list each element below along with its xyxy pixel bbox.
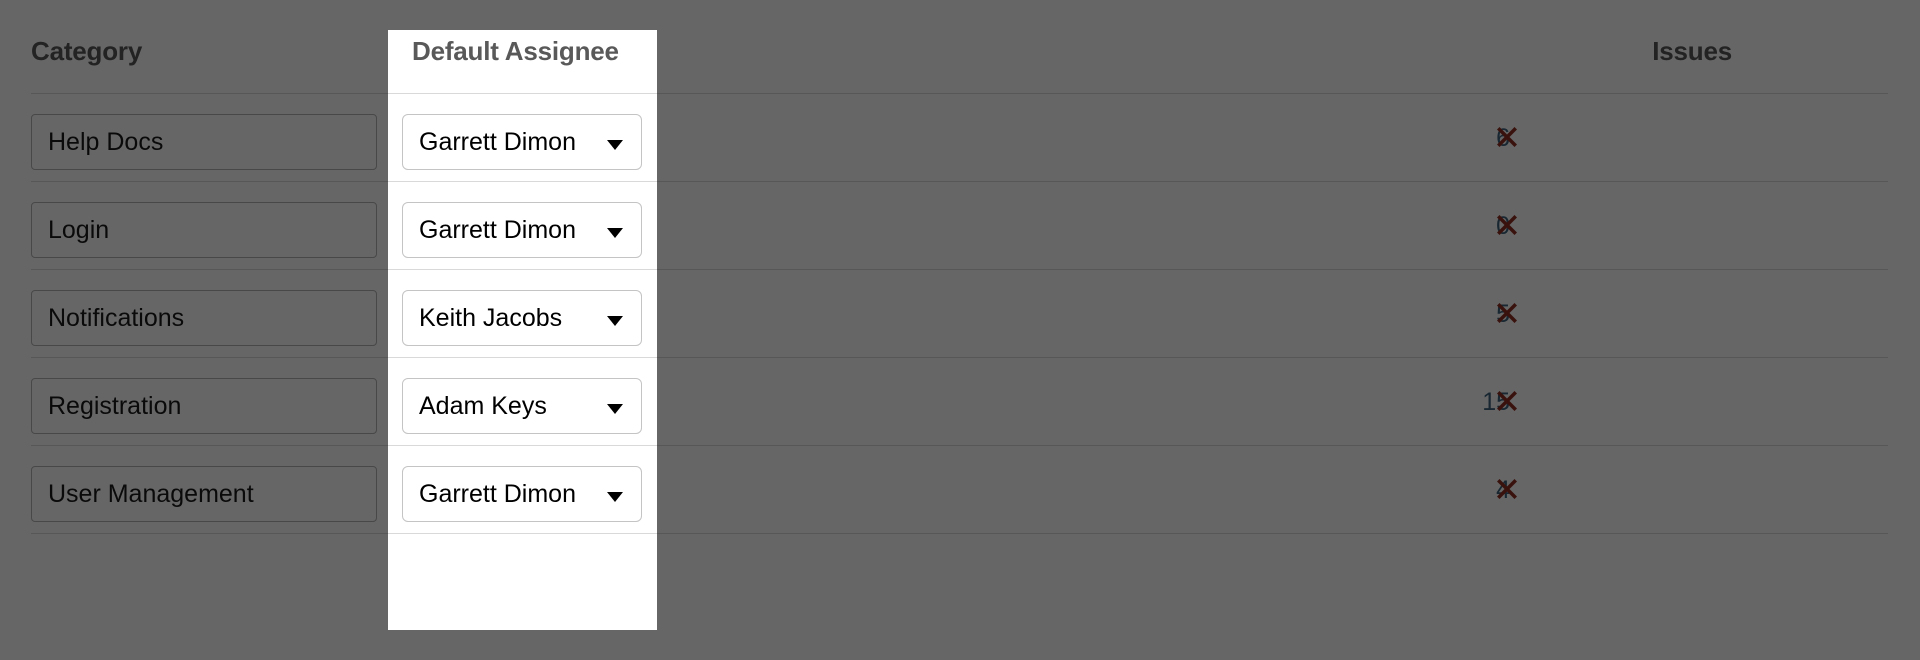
- category-input[interactable]: [31, 202, 377, 258]
- delete-category-button[interactable]: [1490, 296, 1524, 330]
- default-assignee-select[interactable]: Garrett Dimon: [402, 114, 642, 170]
- x-icon: [1497, 215, 1517, 235]
- x-icon: [1497, 127, 1517, 147]
- column-header-default-assignee: Default Assignee: [412, 36, 619, 66]
- chevron-down-icon: [607, 492, 623, 502]
- table-row: Adam Keys 15: [0, 357, 1920, 446]
- table-header-row: Category Default Assignee Issues: [0, 0, 1920, 94]
- table-row: Keith Jacobs 5: [0, 269, 1920, 358]
- category-input[interactable]: [31, 378, 377, 434]
- default-assignee-value: Keith Jacobs: [419, 304, 563, 332]
- delete-category-button[interactable]: [1490, 208, 1524, 242]
- default-assignee-value: Adam Keys: [419, 392, 547, 420]
- categories-table: Category Default Assignee Issues Garrett…: [0, 0, 1920, 660]
- default-assignee-value: Garrett Dimon: [419, 216, 576, 244]
- chevron-down-icon: [607, 404, 623, 414]
- table-row: Garrett Dimon 4: [0, 445, 1920, 534]
- default-assignee-select[interactable]: Adam Keys: [402, 378, 642, 434]
- chevron-down-icon: [607, 228, 623, 238]
- category-input[interactable]: [31, 466, 377, 522]
- row-divider: [31, 181, 1888, 182]
- column-header-issues: Issues: [1652, 36, 1732, 66]
- default-assignee-value: Garrett Dimon: [419, 128, 576, 156]
- category-input[interactable]: [31, 114, 377, 170]
- default-assignee-select[interactable]: Garrett Dimon: [402, 202, 642, 258]
- row-divider: [31, 269, 1888, 270]
- table-row: Garrett Dimon 6: [0, 93, 1920, 182]
- x-icon: [1497, 303, 1517, 323]
- chevron-down-icon: [607, 140, 623, 150]
- category-input[interactable]: [31, 290, 377, 346]
- column-header-category: Category: [31, 36, 143, 66]
- delete-category-button[interactable]: [1490, 472, 1524, 506]
- x-icon: [1497, 479, 1517, 499]
- categories-page: Category Default Assignee Issues Garrett…: [0, 0, 1920, 660]
- row-divider: [31, 93, 1888, 94]
- delete-category-button[interactable]: [1490, 120, 1524, 154]
- table-row: Garrett Dimon 0: [0, 181, 1920, 270]
- row-divider: [31, 357, 1888, 358]
- chevron-down-icon: [607, 316, 623, 326]
- default-assignee-value: Garrett Dimon: [419, 480, 576, 508]
- default-assignee-select[interactable]: Keith Jacobs: [402, 290, 642, 346]
- row-divider: [31, 533, 1888, 534]
- delete-category-button[interactable]: [1490, 384, 1524, 418]
- x-icon: [1497, 391, 1517, 411]
- row-divider: [31, 445, 1888, 446]
- default-assignee-select[interactable]: Garrett Dimon: [402, 466, 642, 522]
